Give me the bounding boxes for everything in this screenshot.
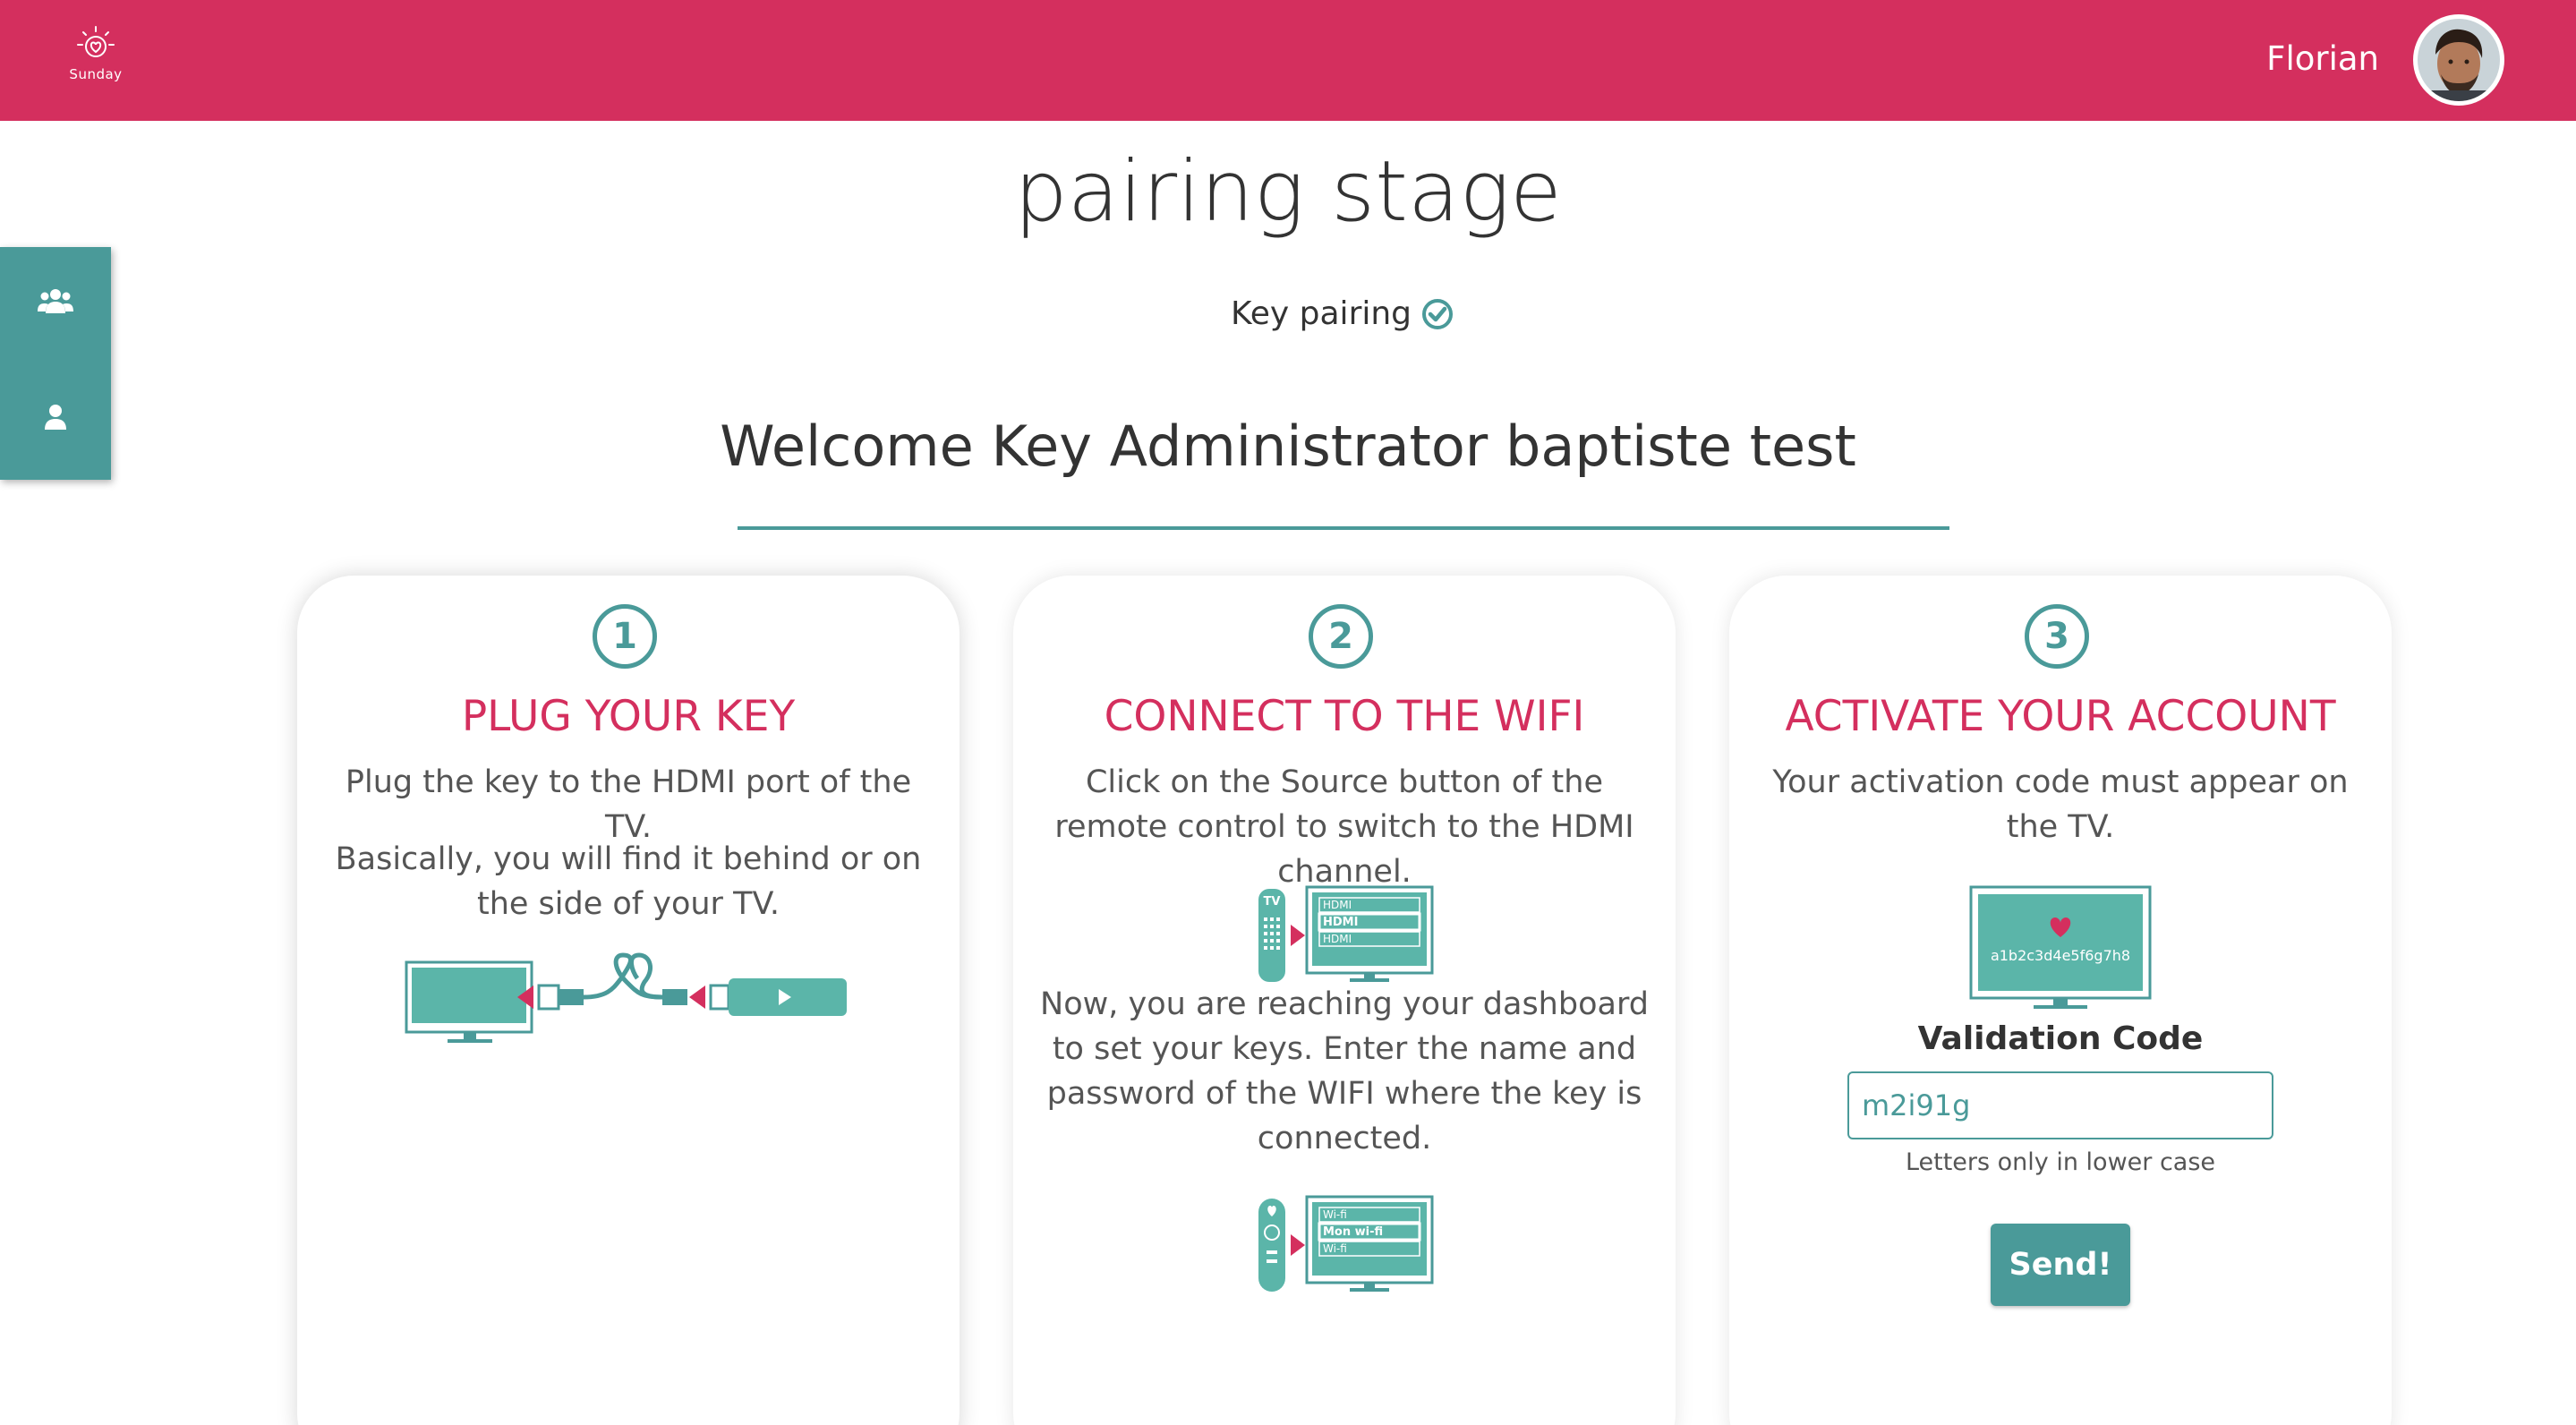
step-text: Your activation code must appear on the … <box>1772 764 2349 845</box>
tv-activation-code: a1b2c3d4e5f6g7h8 <box>1991 947 2130 964</box>
logo-text: Sunday <box>69 66 123 82</box>
validation-hint: Letters only in lower case <box>1905 1148 2216 1176</box>
plug-key-illustration <box>405 952 847 1043</box>
step-number: 2 <box>1309 604 1373 669</box>
step-text: Plug the key to the HDMI port of the TV. <box>345 764 912 845</box>
validation-code-label: Validation Code <box>1917 1020 2204 1057</box>
step-card-plug-key: 1 PLUG YOUR KEY Plug the key to the HDMI… <box>297 576 960 1425</box>
sunday-logo[interactable]: Sunday <box>63 25 129 93</box>
menu-item: HDMI <box>1323 899 1352 911</box>
menu-item: Wi-fi <box>1323 1208 1347 1221</box>
step-title: ACTIVATE YOUR ACCOUNT <box>1785 692 2336 741</box>
step-number: 3 <box>2025 604 2089 669</box>
avatar-photo <box>2418 19 2500 101</box>
send-button[interactable]: Send! <box>1991 1224 2130 1306</box>
source-remote-illustration: TV HDMI HDMI HDMI <box>1258 885 1434 982</box>
user-name[interactable]: Florian <box>2266 39 2379 78</box>
pairing-status: Key pairing <box>1164 295 1522 332</box>
wifi-remote-illustration: Wi-fi Mon wi-fi Wi-fi <box>1258 1195 1434 1292</box>
menu-item-selected: HDMI <box>1323 916 1358 929</box>
page-title: pairing stage <box>1014 143 1562 241</box>
step-text: Click on the Source button of the remote… <box>1054 764 1634 890</box>
step-number: 1 <box>593 604 657 669</box>
validation-code-input[interactable] <box>1847 1071 2273 1139</box>
users-icon <box>38 289 73 313</box>
step-text: Now, you are reaching your dashboard to … <box>1040 986 1649 1156</box>
divider <box>738 526 1949 530</box>
step-text: Basically, you will find it behind or on… <box>335 841 922 922</box>
menu-item: Wi-fi <box>1323 1242 1347 1255</box>
tv-activation-code-illustration: a1b2c3d4e5f6g7h8 <box>1969 885 2152 1009</box>
step-title: CONNECT TO THE WIFI <box>1104 692 1585 741</box>
avatar[interactable] <box>2413 14 2504 106</box>
step-card-connect-wifi: 2 CONNECT TO THE WIFI Click on the Sourc… <box>1013 576 1676 1425</box>
welcome-heading: Welcome Key Administrator baptiste test <box>720 414 1856 479</box>
top-bar: Sunday Florian <box>0 0 2576 121</box>
step-title: PLUG YOUR KEY <box>461 692 796 741</box>
check-circle-icon <box>1422 298 1454 329</box>
step-card-activate-account: 3 ACTIVATE YOUR ACCOUNT Your activation … <box>1729 576 2392 1425</box>
sun-heart-icon <box>77 26 115 57</box>
menu-item: HDMI <box>1323 933 1352 945</box>
menu-item-selected: Mon wi-fi <box>1323 1225 1383 1239</box>
sidebar-item-users[interactable] <box>0 247 111 354</box>
remote-label: TV <box>1264 895 1281 909</box>
pairing-status-label: Key pairing <box>1230 295 1412 332</box>
